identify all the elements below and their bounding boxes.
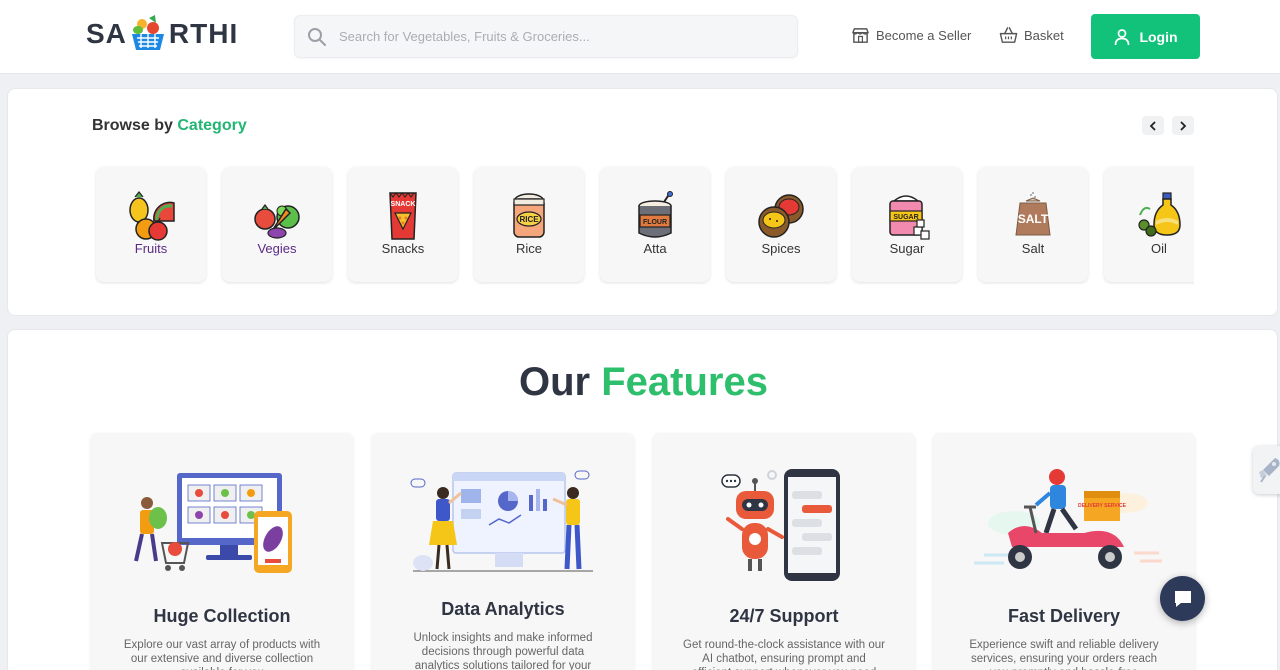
search-input[interactable] (339, 16, 789, 57)
sugar-jar-text: SUGAR (893, 214, 918, 221)
login-button[interactable]: Login (1091, 14, 1200, 59)
chat-button[interactable] (1160, 576, 1205, 621)
vegetables-icon (254, 204, 300, 239)
become-seller-label: Become a Seller (876, 28, 972, 43)
category-label: Snacks (381, 241, 425, 256)
category-label: Sugar (889, 241, 925, 256)
feature-title: Fast Delivery (1007, 606, 1121, 626)
snack-pack-text: SNACK (391, 201, 416, 208)
logo-text-right: RTHI (168, 18, 239, 49)
feature-description: Get round-the-clock assistance with our … (683, 639, 885, 670)
feature-card-data-analytics: Data Analytics Unlock insights and make … (372, 433, 634, 670)
oil-icon (1138, 192, 1181, 237)
fruits-icon (129, 191, 175, 241)
feature-description: Experience swift and reliable delivery s… (969, 639, 1159, 670)
category-tile-atta[interactable]: FLOUR Atta (600, 167, 710, 282)
basket-label: Basket (1024, 28, 1064, 43)
basket-icon (999, 27, 1018, 43)
category-next-button[interactable] (1172, 116, 1194, 135)
category-label: Vegies (257, 241, 297, 256)
chat-bubble-icon (1174, 590, 1191, 607)
feature-card-support: 24/7 Support Get round-the-clock assista… (653, 433, 915, 670)
feature-title: 24/7 Support (729, 606, 839, 626)
login-label: Login (1139, 28, 1178, 45)
category-carousel: Fruits Vegies SNACK Snacks RICE Rice FLO… (94, 165, 1194, 285)
chevron-right-icon (1180, 120, 1187, 131)
scooter-delivery-illustration: DELIVERY SERVICE (974, 469, 1162, 569)
features-section: Our Features Huge Collection Explore our… (7, 329, 1278, 670)
sugar-icon: SUGAR (889, 195, 930, 240)
chevron-left-icon (1149, 120, 1156, 131)
category-label: Spices (761, 241, 801, 256)
features-heading-prefix: Our (519, 360, 591, 404)
rice-jar-text: RICE (519, 215, 539, 224)
feature-title: Huge Collection (153, 606, 291, 626)
feature-card-fast-delivery: DELIVERY SERVICE Fast Delivery Experienc… (933, 433, 1195, 670)
category-tile-oil[interactable]: Oil (1104, 167, 1194, 282)
logo-basket-icon (131, 15, 164, 50)
category-section-title: Browse by Category (92, 117, 247, 135)
category-label: Salt (1021, 241, 1045, 256)
store-icon (852, 28, 869, 43)
top-header: SA RTHI Become a Seller (0, 0, 1280, 74)
become-seller-link[interactable]: Become a Seller (851, 26, 971, 45)
online-shopping-illustration (134, 473, 292, 573)
feature-title: Data Analytics (441, 599, 565, 619)
search-bar (294, 15, 798, 58)
logo-text-left: SA (86, 18, 127, 49)
flour-jar-text: FLOUR (643, 219, 667, 226)
category-label: Fruits (134, 241, 168, 256)
basket-link[interactable]: Basket (999, 26, 1064, 45)
category-section: Browse by Category Fruits Vegies SNACK S… (7, 88, 1278, 316)
spices-icon (758, 194, 804, 238)
feature-description: Unlock insights and make informed decisi… (413, 632, 593, 670)
salt-bag-text: SALT (1018, 212, 1049, 226)
category-tile-spices[interactable]: Spices (726, 167, 836, 282)
search-icon (308, 28, 326, 46)
chatbot-support-illustration (721, 469, 840, 581)
category-tile-sugar[interactable]: SUGAR Sugar (852, 167, 962, 282)
category-prev-button[interactable] (1142, 116, 1164, 135)
category-title-prefix: Browse by (92, 117, 173, 134)
flour-icon: FLOUR (638, 191, 673, 238)
rice-icon: RICE (513, 193, 545, 238)
category-tile-vegies[interactable]: Vegies (222, 167, 332, 282)
snacks-icon: SNACK (389, 192, 417, 240)
side-floating-widget[interactable] (1253, 446, 1280, 494)
category-tile-rice[interactable]: RICE Rice (474, 167, 584, 282)
delivery-box-text: DELIVERY SERVICE (1078, 503, 1127, 509)
features-heading: Our Features (8, 360, 1279, 405)
features-heading-accent: Features (601, 360, 768, 404)
feature-description: Explore our vast array of products with … (123, 639, 321, 670)
category-tile-snacks[interactable]: SNACK Snacks (348, 167, 458, 282)
site-logo[interactable]: SA RTHI (86, 12, 238, 56)
rocket-icon (1259, 458, 1280, 483)
feature-card-huge-collection: Huge Collection Explore our vast array o… (91, 433, 353, 670)
category-label: Atta (643, 241, 667, 256)
category-tile-fruits[interactable]: Fruits (96, 167, 206, 282)
category-title-accent: Category (177, 117, 247, 134)
user-icon (1115, 28, 1130, 45)
category-label: Oil (1151, 241, 1167, 256)
salt-icon: SALT (1015, 192, 1051, 236)
category-label: Rice (515, 241, 542, 256)
category-tile-salt[interactable]: SALT Salt (978, 167, 1088, 282)
data-analytics-illustration (410, 470, 593, 572)
